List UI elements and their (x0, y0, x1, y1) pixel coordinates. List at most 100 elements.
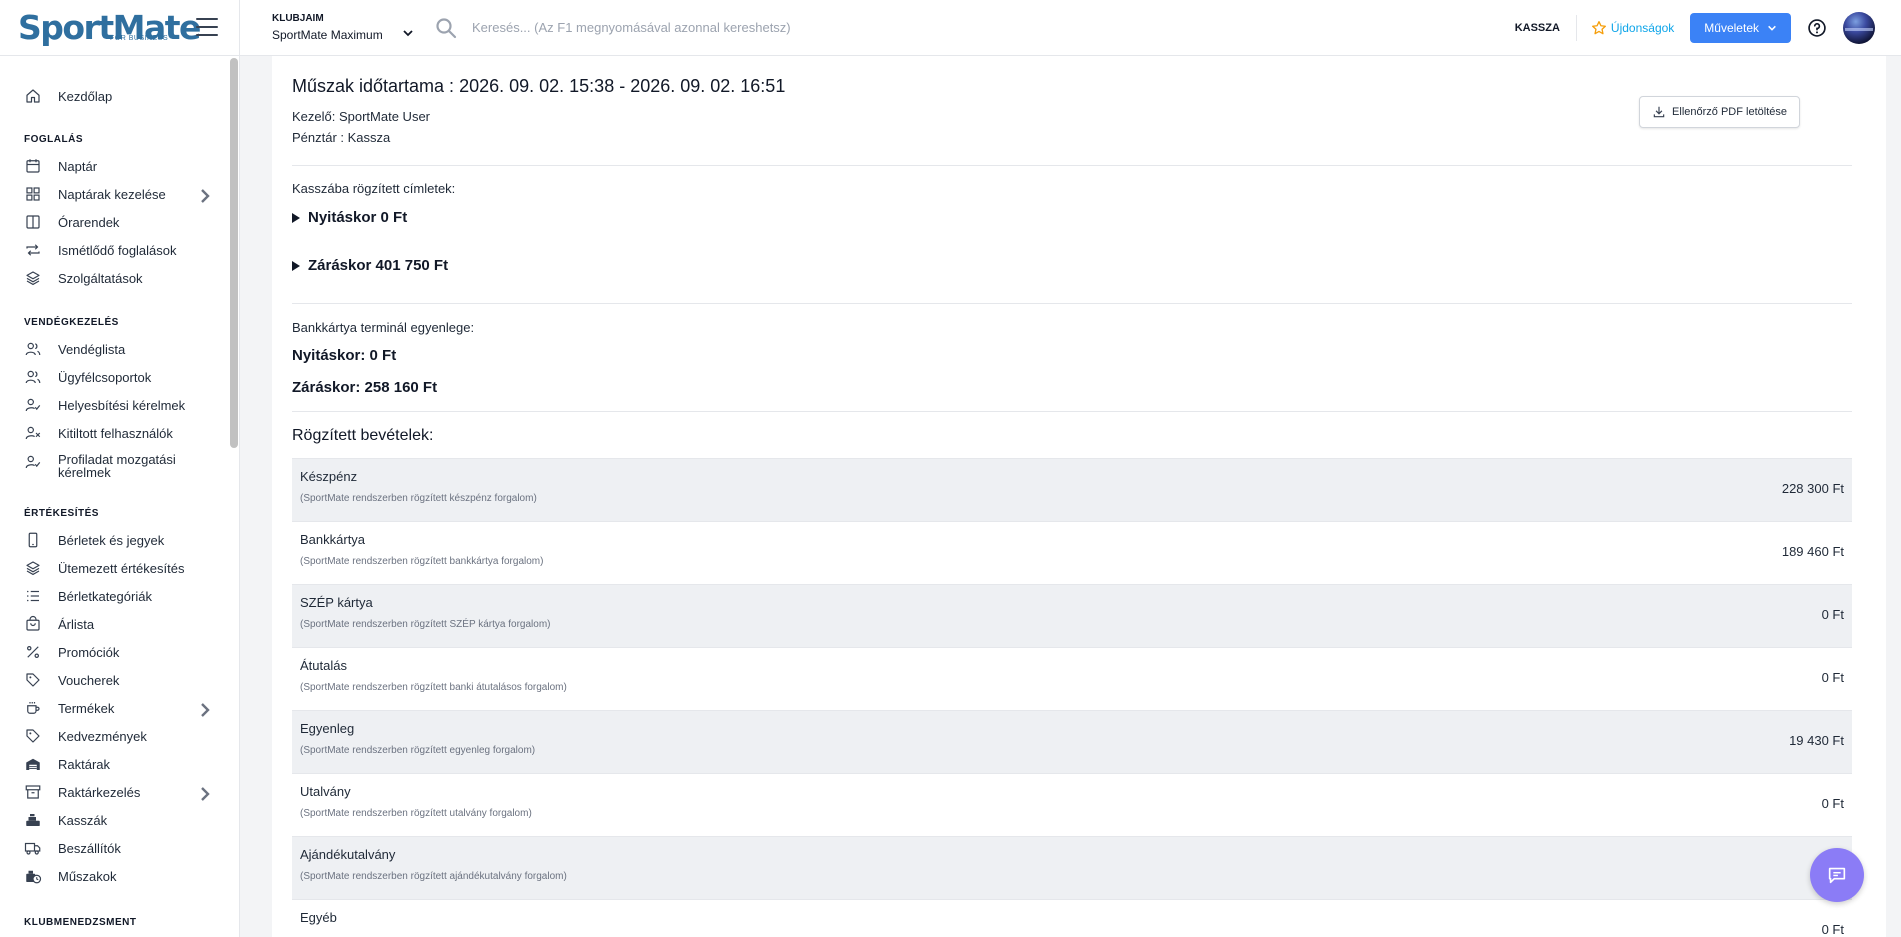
sidebar-scrollbar[interactable] (230, 58, 238, 448)
sidebar-item-label: Bérletkategóriák (58, 588, 152, 604)
sidebar-item-label: Kedvezmények (58, 728, 147, 744)
percent-icon (27, 646, 40, 659)
triangle-right-icon (292, 212, 300, 223)
sidebar-item-label: Árlista (58, 616, 95, 632)
list-icon (27, 590, 39, 602)
notes-closing-toggle[interactable]: Záráskor 401 750 Ft (292, 257, 448, 274)
revenue-value: 189 460 Ft (1781, 544, 1844, 559)
chevron-right-icon (201, 189, 210, 203)
revenue-value: 0 Ft (1821, 607, 1844, 622)
sidebar-item-registers[interactable]: Kasszák (24, 809, 214, 831)
revenue-description: (SportMate rendszerben rögzített banki á… (300, 682, 567, 693)
sidebar-item-timetables[interactable]: Órarendek (24, 211, 214, 233)
table-row: Bankkártya (SportMate rendszerben rögzít… (292, 522, 1852, 585)
table-row: SZÉP kártya (SportMate rendszerben rögzí… (292, 585, 1852, 648)
sidebar-item-label: Termékek (58, 700, 115, 716)
sidebar-item-recurring[interactable]: Ismétlődő foglalások (24, 239, 214, 261)
sidebar-item-calendars-manage[interactable]: Naptárak kezelése (24, 183, 214, 205)
revenue-description: (SportMate rendszerben rögzített utalván… (300, 808, 532, 819)
sidebar-item-banned-users[interactable]: Kitiltott felhasználók (24, 422, 214, 444)
terminal-label: Bankkártya terminál egyenlege: (292, 320, 475, 335)
user-x-icon (25, 426, 41, 440)
sidebar-item-promotions[interactable]: Promóciók (24, 641, 214, 663)
grid-icon (26, 187, 40, 201)
terminal-opening: Nyitáskor: 0 Ft (292, 347, 397, 364)
layers-icon (26, 561, 40, 576)
sidebar-item-label: Naptárak kezelése (58, 186, 166, 202)
search-icon[interactable] (434, 16, 458, 40)
club-selector[interactable]: KLUBJAIM SportMate Maximum (272, 13, 414, 42)
menu-icon[interactable] (196, 17, 218, 36)
revenue-value: 0 Ft (1821, 670, 1844, 685)
shift-title: Műszak időtartama : 2026. 09. 02. 15:38 … (292, 76, 786, 96)
sidebar-item-pass-categories[interactable]: Bérletkategóriák (24, 585, 214, 607)
section-club-management: KLUBMENEDZSMENT (24, 917, 137, 928)
table-row: Átutalás (SportMate rendszerben rögzítet… (292, 648, 1852, 711)
sidebar-item-passes[interactable]: Bérletek és jegyek (24, 529, 214, 551)
revenue-name: Bankkártya (300, 532, 366, 547)
revenue-description: (SportMate rendszerben rögzített egyenle… (300, 745, 536, 756)
sidebar-item-scheduled-sales[interactable]: Ütemezett értékesítés (24, 557, 214, 579)
download-pdf-button[interactable]: Ellenőrző PDF letöltése (1639, 96, 1800, 128)
sidebar-item-warehouses[interactable]: Raktárak (24, 753, 214, 775)
sidebar-item-label: Kitiltott felhasználók (58, 425, 173, 441)
chat-button[interactable] (1810, 848, 1864, 902)
register: Pénztár : Kassza (292, 130, 391, 145)
sidebar-item-guest-list[interactable]: Vendéglista (24, 338, 214, 360)
divider (292, 411, 1852, 412)
sidebar-item-label: Ismétlődő foglalások (58, 242, 177, 258)
avatar[interactable] (1843, 12, 1875, 44)
sidebar-item-client-groups[interactable]: Ügyfélcsoportok (24, 366, 214, 388)
table-row: Utalvány (SportMate rendszerben rögzítet… (292, 774, 1852, 837)
tag-icon (26, 729, 40, 743)
sidebar-item-shifts[interactable]: Műszakok (24, 865, 214, 887)
terminal-closing: Záráskor: 258 160 Ft (292, 379, 438, 396)
sidebar-item-label: Naptár (58, 158, 98, 174)
revenue-name: Ajándékutalvány (300, 847, 396, 862)
sidebar: Kezdőlap FOGLALÁS Naptár Naptárak kezelé… (0, 56, 240, 937)
kassza-link[interactable]: KASSZA (1515, 22, 1560, 34)
calendar-icon (26, 159, 40, 173)
bag-icon (26, 615, 40, 631)
truck-icon (24, 842, 41, 855)
search-input[interactable] (472, 20, 932, 35)
sidebar-item-services[interactable]: Szolgáltatások (24, 267, 214, 289)
sidebar-item-profile-move-requests[interactable]: Profiladat mozgatási kérelmek (24, 453, 214, 483)
notes-closing: Záráskor 401 750 Ft (308, 257, 449, 274)
sidebar-item-stock-management[interactable]: Raktárkezelés (24, 781, 214, 803)
users-icon (25, 370, 41, 384)
sidebar-item-correction-requests[interactable]: Helyesbítési kérelmek (24, 394, 214, 416)
chevron-down-icon (403, 30, 413, 37)
revenues-table: Készpénz (SportMate rendszerben rögzítet… (292, 458, 1852, 937)
sidebar-item-discounts[interactable]: Kedvezmények (24, 725, 214, 747)
sidebar-item-label: Szolgáltatások (58, 270, 143, 286)
repeat-icon (26, 244, 40, 256)
sidebar-item-label: Promóciók (58, 644, 120, 660)
divider (292, 303, 1852, 304)
revenue-name: SZÉP kártya (300, 595, 373, 610)
sidebar-item-vouchers[interactable]: Voucherek (24, 669, 214, 691)
help-icon[interactable] (1807, 18, 1827, 38)
sidebar-item-label: Műszakok (58, 868, 117, 884)
cup-icon (27, 702, 40, 714)
sidebar-item-products[interactable]: Termékek (24, 697, 214, 719)
columns-icon (26, 215, 40, 229)
download-icon (1653, 106, 1665, 118)
sidebar-item-calendar[interactable]: Naptár (24, 155, 214, 177)
sidebar-item-label: Vendéglista (58, 341, 126, 357)
divider (1575, 15, 1577, 41)
logo-text: SportMate (18, 8, 201, 47)
notes-opening-toggle[interactable]: Nyitáskor 0 Ft (292, 209, 407, 226)
sidebar-item-price-list[interactable]: Árlista (24, 613, 214, 635)
logo[interactable]: SportMate FOR BUSINESS (0, 0, 240, 56)
user-check-icon (25, 455, 41, 469)
revenue-value: 0 Ft (1821, 796, 1844, 811)
news-link[interactable]: Újdonságok (1591, 20, 1674, 36)
phone-icon (28, 532, 38, 548)
section-sales: ÉRTÉKESÍTÉS (24, 508, 99, 519)
archive-icon (25, 785, 41, 799)
sidebar-item-suppliers[interactable]: Beszállítók (24, 837, 214, 859)
chevron-right-icon (201, 787, 210, 801)
actions-button[interactable]: Műveletek (1690, 13, 1791, 43)
sidebar-item-home[interactable]: Kezdőlap (24, 85, 214, 107)
